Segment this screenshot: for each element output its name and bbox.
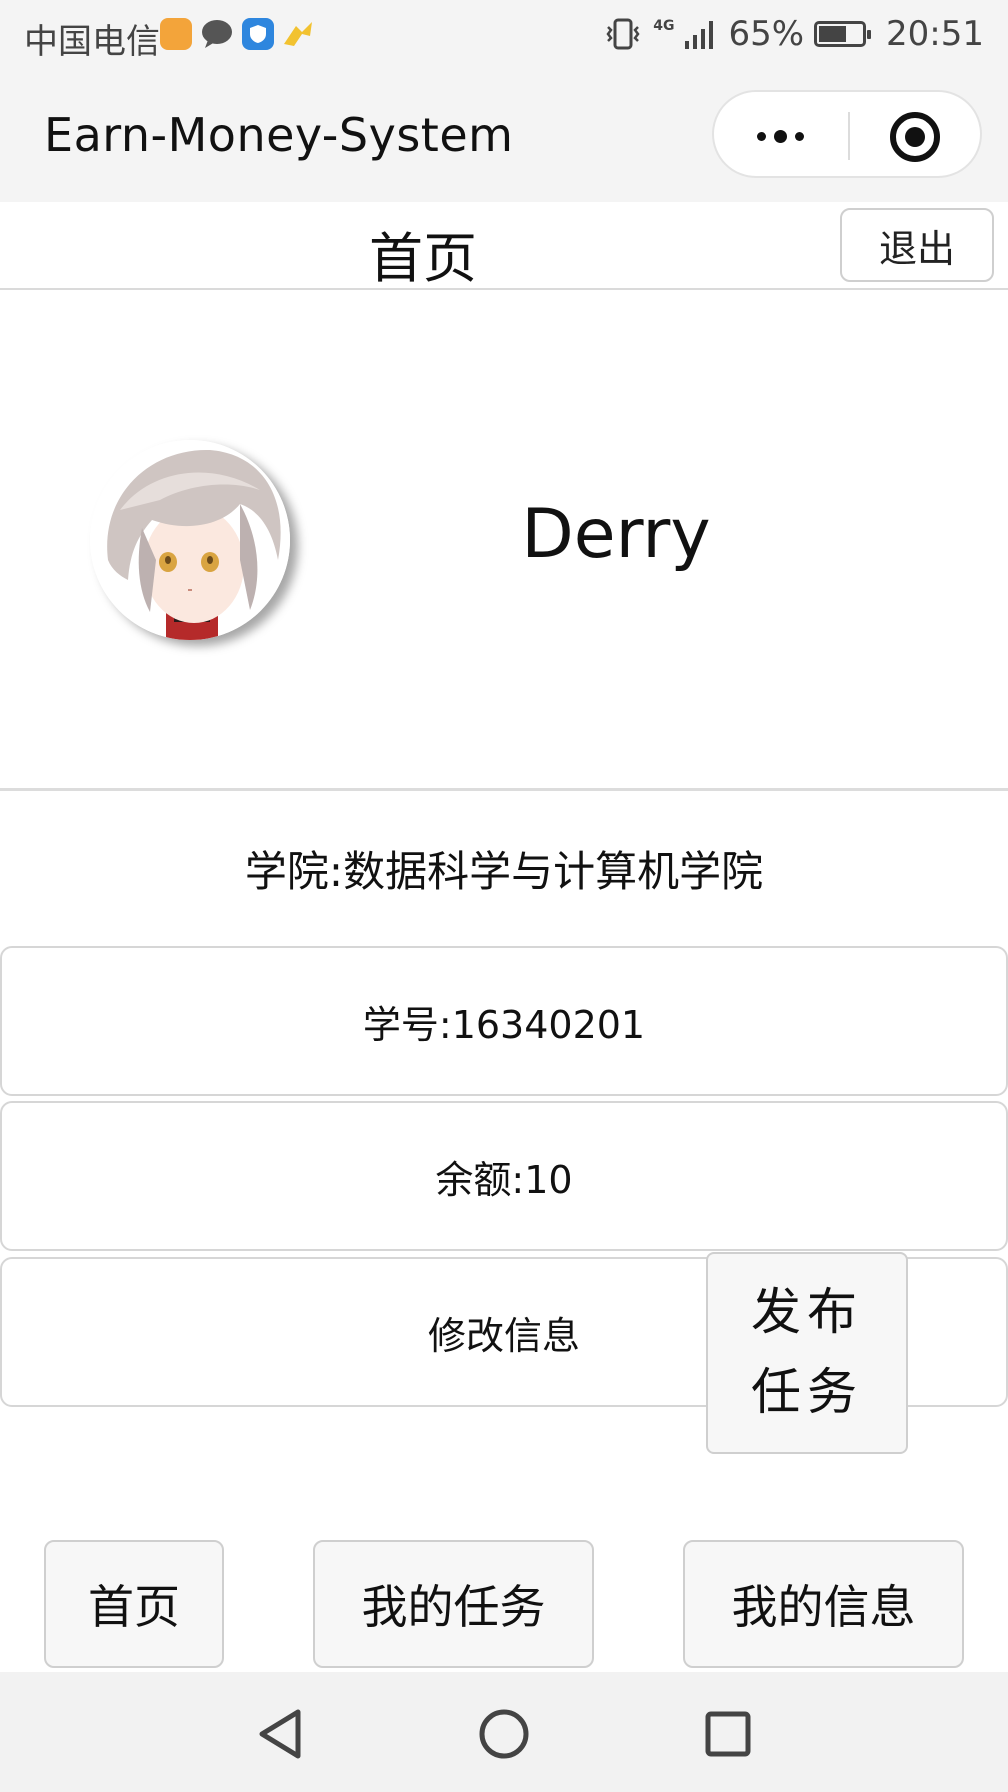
system-nav-bar — [0, 1672, 1008, 1792]
more-icon[interactable] — [744, 112, 816, 160]
battery-percent: 65% — [728, 14, 805, 54]
profile-divider — [0, 788, 1008, 791]
username: Derry — [521, 495, 711, 574]
my-tasks-button[interactable]: 我的任务 — [313, 1540, 594, 1668]
back-icon[interactable] — [256, 1708, 304, 1760]
chat-bubble-icon — [202, 20, 232, 48]
publish-task-line1: 发布 — [751, 1283, 863, 1341]
my-info-button[interactable]: 我的信息 — [683, 1540, 964, 1668]
capsule-divider — [848, 112, 850, 160]
balance-card: 余额:10 — [0, 1101, 1008, 1251]
notification-icons — [160, 18, 314, 52]
navigation-bar: Earn-Money-System — [0, 72, 1008, 202]
carrier-label: 中国电信 — [24, 22, 160, 62]
student-id-card: 学号:16340201 — [0, 946, 1008, 1096]
status-bar: 中国电信 4G 65% 20:51 — [0, 0, 1008, 72]
avatar-image — [90, 440, 290, 640]
page-header: 首页 退出 — [0, 202, 1008, 290]
close-target-icon[interactable] — [890, 112, 940, 162]
miniprogram-capsule — [712, 90, 982, 178]
vibrate-icon — [606, 18, 640, 50]
page-title: 首页 — [369, 227, 477, 290]
battery-icon — [814, 21, 872, 47]
network-type: 4G — [653, 18, 675, 34]
college-label: 学院:数据科学与计算机学院 — [244, 847, 764, 896]
signal-icon — [685, 21, 714, 49]
home-circle-icon[interactable] — [478, 1708, 530, 1760]
status-right: 4G 65% 20:51 — [603, 14, 984, 54]
app-badge-icon — [160, 18, 192, 50]
avatar — [90, 440, 290, 640]
publish-task-button[interactable]: 发布 任务 — [706, 1252, 908, 1454]
publish-task-line2: 任务 — [751, 1363, 863, 1421]
recents-square-icon[interactable] — [704, 1710, 752, 1758]
shield-icon — [242, 18, 274, 50]
app-title: Earn-Money-System — [44, 108, 514, 162]
logout-button[interactable]: 退出 — [840, 208, 994, 282]
home-button[interactable]: 首页 — [44, 1540, 224, 1668]
clock: 20:51 — [886, 14, 984, 54]
arrow-icon — [284, 22, 312, 46]
